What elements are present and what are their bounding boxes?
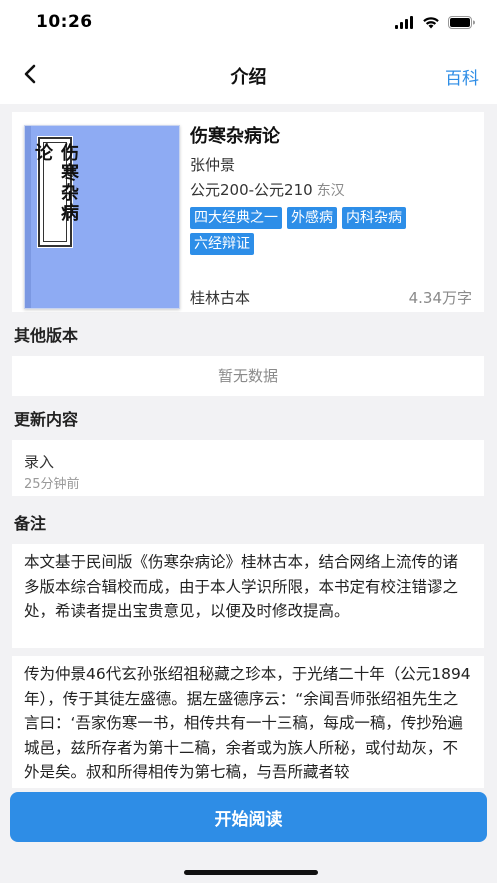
other-versions-box: 暂无数据 (12, 356, 484, 396)
start-reading-button[interactable]: 开始阅读 (10, 792, 487, 842)
book-word-count: 4.34万字 (408, 289, 472, 307)
tag[interactable]: 四大经典之一 (190, 207, 282, 229)
battery-icon (448, 14, 475, 33)
note-card: 传为仲景46代玄孙张绍祖秘藏之珍本，于光绪二十年（公元1894年），传于其徒左盛… (12, 656, 484, 788)
empty-state-text: 暂无数据 (217, 367, 278, 385)
book-card: 伤寒杂病论 伤寒杂病论 张仲景 公元200-公元210 东汉 四大经典之一 外感病… (12, 112, 484, 312)
wifi-icon (422, 14, 440, 33)
cover-title: 伤寒杂病论 (32, 143, 79, 223)
notes-title: 备注 (14, 514, 47, 533)
tag[interactable]: 外感病 (287, 207, 337, 229)
home-indicator (184, 870, 318, 875)
nav-bar: 介绍 百科 (0, 48, 497, 104)
signal-icon (395, 14, 414, 33)
status-bar: 10:26 (0, 0, 497, 48)
other-versions-title: 其他版本 (14, 326, 79, 345)
status-icons (395, 14, 475, 33)
cover-label: 伤寒杂病论 (32, 136, 79, 248)
book-title: 伤寒杂病论 (190, 126, 280, 147)
note-card: 本文基于民间版《伤寒杂病论》桂林古本，结合网络上流传的诸多版本综合辑校而成，由于… (12, 544, 484, 648)
status-time: 10:26 (36, 12, 93, 32)
update-item[interactable]: 录入 25分钟前 (12, 440, 484, 496)
bottom-bar: 开始阅读 (0, 788, 497, 883)
content-scroll[interactable]: 伤寒杂病论 伤寒杂病论 张仲景 公元200-公元210 东汉 四大经典之一 外感病… (0, 104, 497, 788)
tag-list: 四大经典之一 外感病 内科杂病 六经辩证 (190, 207, 470, 255)
update-item-title: 录入 (24, 453, 55, 471)
book-publisher: 桂林古本 (190, 289, 251, 307)
book-author[interactable]: 张仲景 (190, 155, 474, 175)
book-cover: 伤寒杂病论 (24, 125, 180, 309)
note-paragraph: 传为仲景46代玄孙张绍祖秘藏之珍本，于光绪二十年（公元1894年），传于其徒左盛… (24, 665, 471, 781)
book-date-line: 公元200-公元210 东汉 (190, 180, 474, 201)
update-item-time: 25分钟前 (24, 477, 80, 492)
encyclopedia-link[interactable]: 百科 (445, 64, 479, 89)
note-paragraph: 本文基于民间版《伤寒杂病论》桂林古本，结合网络上流传的诸多版本综合辑校而成，由于… (24, 553, 459, 620)
tag[interactable]: 六经辩证 (190, 233, 254, 255)
book-info: 伤寒杂病论 张仲景 公元200-公元210 东汉 四大经典之一 外感病 内科杂病 … (190, 125, 474, 255)
book-dynasty: 东汉 (316, 183, 345, 199)
book-date: 公元200-公元210 (190, 181, 313, 199)
tag[interactable]: 内科杂病 (342, 207, 406, 229)
page-title: 介绍 (230, 67, 267, 88)
updates-title: 更新内容 (14, 410, 79, 429)
